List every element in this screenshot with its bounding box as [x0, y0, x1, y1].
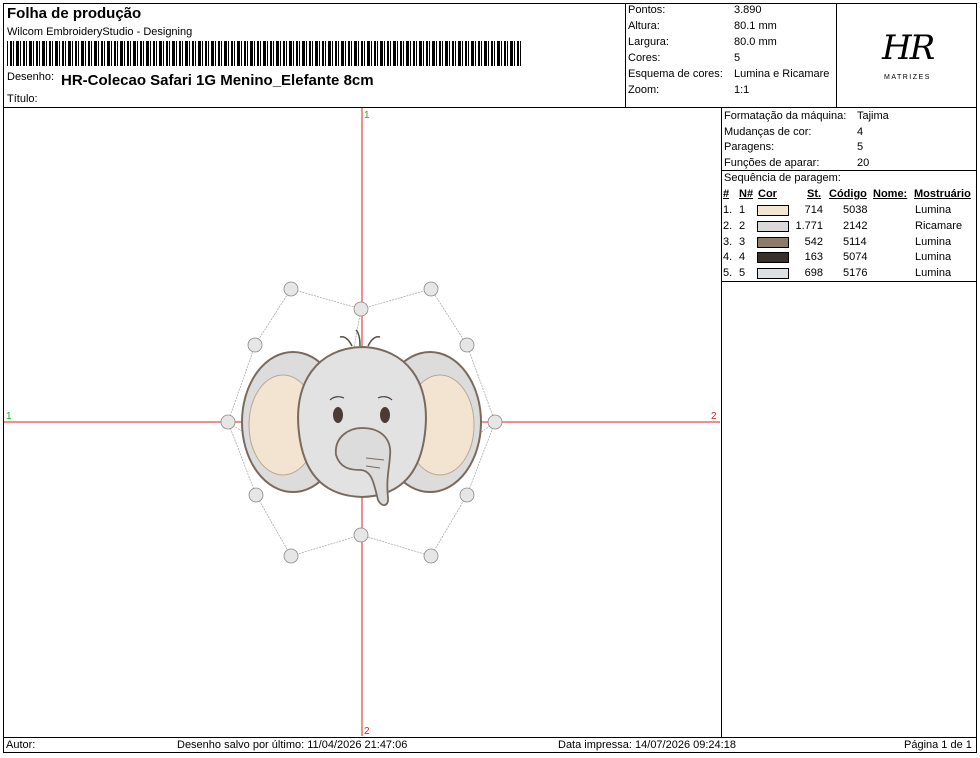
- axis-label-bottom: 2: [364, 726, 370, 737]
- row-number: 1: [739, 204, 746, 216]
- footer-printed: Data impressa: 14/07/2026 09:24:18: [558, 739, 736, 751]
- row-code: 5114: [843, 235, 867, 248]
- design-name: HR-Colecao Safari 1G Menino_Elefante 8cm: [61, 72, 374, 89]
- col-header-number: N#: [739, 188, 754, 200]
- row-number: 3: [739, 235, 746, 248]
- spec-value: 80.0 mm: [734, 36, 777, 48]
- spec-label: Largura:: [628, 36, 669, 48]
- row-stitches: 714: [804, 204, 823, 216]
- axis-label-right: 2: [711, 411, 717, 422]
- machine-label: Funções de aparar:: [724, 156, 820, 169]
- elephant-design: [241, 329, 482, 506]
- machine-label: Mudanças de cor:: [724, 125, 812, 138]
- col-header-code: Código: [829, 188, 867, 200]
- design-label: Desenho:: [7, 71, 55, 83]
- footer-saved: Desenho salvo por último: 11/04/2026 21:…: [177, 739, 408, 751]
- axis-label-top: 1: [364, 110, 370, 121]
- machine-value: 5: [857, 141, 864, 153]
- footer-author: Autor:: [6, 739, 36, 751]
- barcode: [7, 41, 522, 66]
- left-eye: [333, 407, 343, 423]
- row-code: 5074: [843, 251, 868, 264]
- machine-label: Formatação da máquina:: [724, 110, 847, 122]
- spec-label: Zoom:: [628, 84, 660, 96]
- spec-label: Altura:: [628, 20, 660, 32]
- color-swatch: [757, 220, 789, 232]
- axis-label-left: 1: [6, 411, 12, 422]
- row-index: 2.: [723, 219, 733, 232]
- spec-label: Esquema de cores:: [628, 68, 723, 80]
- color-swatch: [757, 205, 789, 216]
- row-stitches: 698: [804, 267, 823, 280]
- row-code: 5176: [843, 267, 868, 280]
- row-chart: Lumina: [915, 235, 952, 248]
- row-number: 4: [739, 251, 746, 264]
- spec-value: 80.1 mm: [734, 20, 777, 32]
- row-index: 1.: [723, 204, 733, 216]
- row-chart: Lumina: [915, 251, 952, 264]
- spec-value: 3.890: [734, 4, 762, 16]
- row-number: 2: [739, 219, 746, 232]
- row-stitches: 542: [804, 235, 823, 248]
- row-number: 5: [739, 267, 746, 280]
- logo-mark: HR: [882, 28, 935, 68]
- spec-label: Pontos:: [628, 4, 666, 16]
- spec-label: Cores:: [628, 52, 661, 64]
- machine-divider: [721, 170, 977, 171]
- row-code: 5038: [843, 204, 868, 216]
- hair: [339, 329, 381, 347]
- col-header-stitches: St.: [807, 188, 822, 200]
- logo-subtitle: MATRIZES: [884, 74, 931, 81]
- spec-value: Lumina e Ricamare: [734, 68, 830, 80]
- row-code: 2142: [843, 219, 868, 232]
- title-label: Título:: [7, 93, 38, 105]
- col-header-name: Nome:: [873, 188, 908, 200]
- machine-value: 20: [857, 156, 870, 169]
- col-header-index: #: [723, 188, 730, 200]
- row-index: 4.: [723, 251, 733, 264]
- right-eye: [380, 407, 390, 423]
- color-swatch: [757, 268, 789, 280]
- row-chart: Lumina: [915, 267, 952, 280]
- color-swatch: [757, 252, 789, 264]
- logo-divider: [836, 3, 837, 107]
- header-col-divider: [625, 3, 626, 107]
- design-canvas: 1 1 2 2: [4, 108, 720, 737]
- row-index: 3.: [723, 235, 733, 248]
- footer-page: Página 1 de 1: [904, 739, 972, 751]
- head: [297, 345, 427, 499]
- footer-divider: [3, 737, 977, 738]
- row-stitches: 163: [804, 251, 823, 264]
- machine-label: Paragens:: [724, 141, 775, 153]
- col-header-chart: Mostruário: [914, 188, 971, 200]
- sheet-title: Folha de produção: [7, 5, 142, 22]
- row-index: 5.: [723, 267, 733, 280]
- sequence-divider: [721, 281, 977, 282]
- canvas-divider: [721, 107, 722, 737]
- spec-value: 1:1: [734, 84, 750, 96]
- col-header-color: Cor: [758, 188, 777, 200]
- row-chart: Lumina: [915, 204, 952, 216]
- row-stitches: 1.771: [795, 219, 823, 232]
- spec-value: 5: [734, 52, 741, 64]
- software-name: Wilcom EmbroideryStudio - Designing: [7, 26, 193, 38]
- machine-value: 4: [857, 125, 864, 138]
- machine-value: Tajima: [857, 110, 889, 122]
- sequence-title: Sequência de paragem:: [724, 172, 841, 184]
- row-chart: Ricamare: [915, 219, 963, 232]
- color-swatch: [757, 236, 789, 248]
